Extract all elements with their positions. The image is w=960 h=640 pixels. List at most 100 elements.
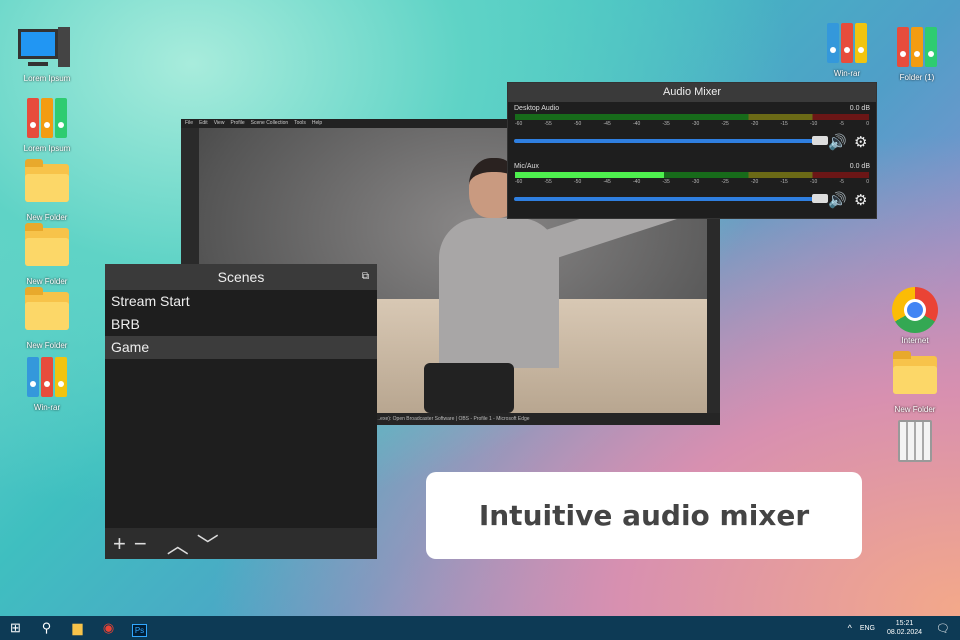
scene-item-selected[interactable]: Game xyxy=(105,336,377,359)
speaker-icon[interactable]: 🔊 xyxy=(828,191,847,209)
meter-ticks: -60 -55 -50 -45 -40 -35 -30 -25 -20 -15 -10 -5 0 xyxy=(515,179,869,185)
icon-label: Folder (1) xyxy=(899,73,935,82)
desktop-icon-folder[interactable]: New Folder xyxy=(12,287,82,350)
meter-tick-label: -20 xyxy=(751,179,759,185)
meter-tick-label: -45 xyxy=(603,179,611,185)
slider-handle[interactable] xyxy=(812,136,828,145)
scenes-title: Scenes xyxy=(217,269,265,285)
audio-mixer-title: Audio Mixer xyxy=(508,83,876,102)
desktop-icon-winrar[interactable]: Win-rar xyxy=(812,20,882,78)
desktop-icon-internet[interactable]: Internet xyxy=(880,287,950,345)
channel-desktop-audio: Desktop Audio 0.0 dB -60 -55 -50 -45 -40 -35 -3… xyxy=(508,102,876,160)
volume-meter xyxy=(515,114,869,120)
folder-icon xyxy=(25,223,69,266)
photoshop-icon[interactable]: Ps xyxy=(124,621,155,637)
meter-tick-label: -55 xyxy=(544,179,552,185)
recycle-bin-icon[interactable] xyxy=(880,420,950,469)
volume-meter xyxy=(515,172,869,178)
language-indicator[interactable]: ENG xyxy=(860,625,875,632)
winrar-icon xyxy=(12,354,82,400)
clock[interactable]: 15:21 08.02.2024 xyxy=(887,619,922,637)
feature-callout: Intuitive audio mixer xyxy=(426,472,862,559)
scene-item[interactable]: Stream Start xyxy=(105,290,377,313)
taskbar: ⊞ ⚲ ▆ ◉ Ps ^ ENG 15:21 08.02.2024 🗨 xyxy=(0,616,960,640)
meter-tick-label: -10 xyxy=(810,121,818,127)
desktop-icon-folder-1[interactable]: Folder (1) xyxy=(882,24,952,82)
desktop-icon-winrar[interactable]: Win-rar xyxy=(12,354,82,412)
meter-tick-label: 0 xyxy=(866,121,869,127)
menu-scene-collection[interactable]: Scene Collection xyxy=(251,120,289,127)
meter-tick-label: -60 xyxy=(515,179,523,185)
winrar-icon xyxy=(812,20,882,66)
desktop-icon-computer[interactable]: Lorem Ipsum xyxy=(12,25,82,83)
slider-handle[interactable] xyxy=(812,194,828,203)
menu-file[interactable]: File xyxy=(185,120,193,127)
meter-level xyxy=(515,172,664,178)
desktop-icon-folder[interactable]: New Folder xyxy=(12,223,82,286)
channel-name: Mic/Aux xyxy=(514,163,539,170)
menu-profile[interactable]: Profile xyxy=(230,120,244,127)
speaker-icon[interactable]: 🔊 xyxy=(828,133,847,151)
camera-image xyxy=(424,363,514,413)
folder-icon xyxy=(25,159,69,202)
windows-start-icon[interactable]: ⊞ xyxy=(0,620,31,636)
volume-slider[interactable] xyxy=(514,194,828,203)
icon-label: Lorem Ipsum xyxy=(23,144,71,153)
channel-db: 0.0 dB xyxy=(849,105,870,112)
meter-tick-label: -35 xyxy=(662,179,670,185)
add-scene-button[interactable]: + xyxy=(113,531,126,557)
search-icon[interactable]: ⚲ xyxy=(31,620,62,636)
scenes-toolbar: + − ︿ ﹀ xyxy=(105,528,377,559)
menu-view[interactable]: View xyxy=(214,120,225,127)
meter-tick-label: -20 xyxy=(751,121,759,127)
clock-date: 08.02.2024 xyxy=(886,629,923,636)
menu-tools[interactable]: Tools xyxy=(294,120,306,127)
meter-tick-label: -15 xyxy=(780,121,788,127)
icon-label: New Folder xyxy=(26,213,68,222)
meter-tick-label: -40 xyxy=(633,121,641,127)
chrome-icon[interactable]: ◉ xyxy=(93,620,124,636)
menu-edit[interactable]: Edit xyxy=(199,120,208,127)
desktop-icon-folder[interactable]: New Folder xyxy=(880,351,950,414)
meter-tick-label: -55 xyxy=(544,121,552,127)
remove-scene-button[interactable]: − xyxy=(134,531,147,557)
undock-icon[interactable]: ⧉ xyxy=(362,264,369,290)
folder-icon xyxy=(25,287,69,330)
notification-icon[interactable]: 🗨 xyxy=(936,622,950,635)
gear-icon[interactable]: ⚙ xyxy=(854,133,867,151)
clock-time: 15:21 xyxy=(895,620,914,627)
meter-tick-label: -25 xyxy=(721,121,729,127)
meter-tick-label: -25 xyxy=(721,179,729,185)
binders-icon xyxy=(882,24,952,70)
meter-tick-label: 0 xyxy=(866,179,869,185)
volume-slider[interactable] xyxy=(514,136,828,145)
meter-tick-label: -40 xyxy=(633,179,641,185)
file-explorer-icon[interactable]: ▆ xyxy=(62,620,93,636)
gear-icon[interactable]: ⚙ xyxy=(854,191,867,209)
icon-label: New Folder xyxy=(26,277,68,286)
move-up-button[interactable]: ︿ xyxy=(167,528,189,560)
menu-help[interactable]: Help xyxy=(312,120,322,127)
meter-tick-label: -5 xyxy=(839,179,844,185)
desktop-icon-binders[interactable]: Lorem Ipsum xyxy=(12,95,82,153)
meter-tick-label: -10 xyxy=(810,179,818,185)
icon-label: Win-rar xyxy=(833,69,861,78)
channel-mic-aux: Mic/Aux 0.0 dB -60 -55 -5 0 -45 -40 -35 -30 -25 -2… xyxy=(508,160,876,218)
meter-tick-label: -35 xyxy=(662,121,670,127)
icon-label: Win-rar xyxy=(33,403,61,412)
folder-icon xyxy=(893,351,937,394)
tray-chevron-icon[interactable]: ^ xyxy=(848,623,852,633)
chrome-icon xyxy=(880,287,950,333)
meter-tick-label: -30 xyxy=(692,179,700,185)
audio-mixer-panel: Audio Mixer Desktop Audio 0.0 dB -60 -55 -5… xyxy=(507,82,877,219)
icon-label: Internet xyxy=(901,336,929,345)
move-down-button[interactable]: ﹀ xyxy=(197,528,219,560)
desktop-icon-folder[interactable]: New Folder xyxy=(12,159,82,222)
channel-name: Desktop Audio xyxy=(514,105,560,112)
binders-icon xyxy=(12,95,82,141)
icon-label: New Folder xyxy=(894,405,936,414)
meter-tick-label: -45 xyxy=(603,121,611,127)
channel-db: 0.0 dB xyxy=(849,163,870,170)
scene-item[interactable]: BRB xyxy=(105,313,377,336)
computer-icon xyxy=(12,25,82,71)
